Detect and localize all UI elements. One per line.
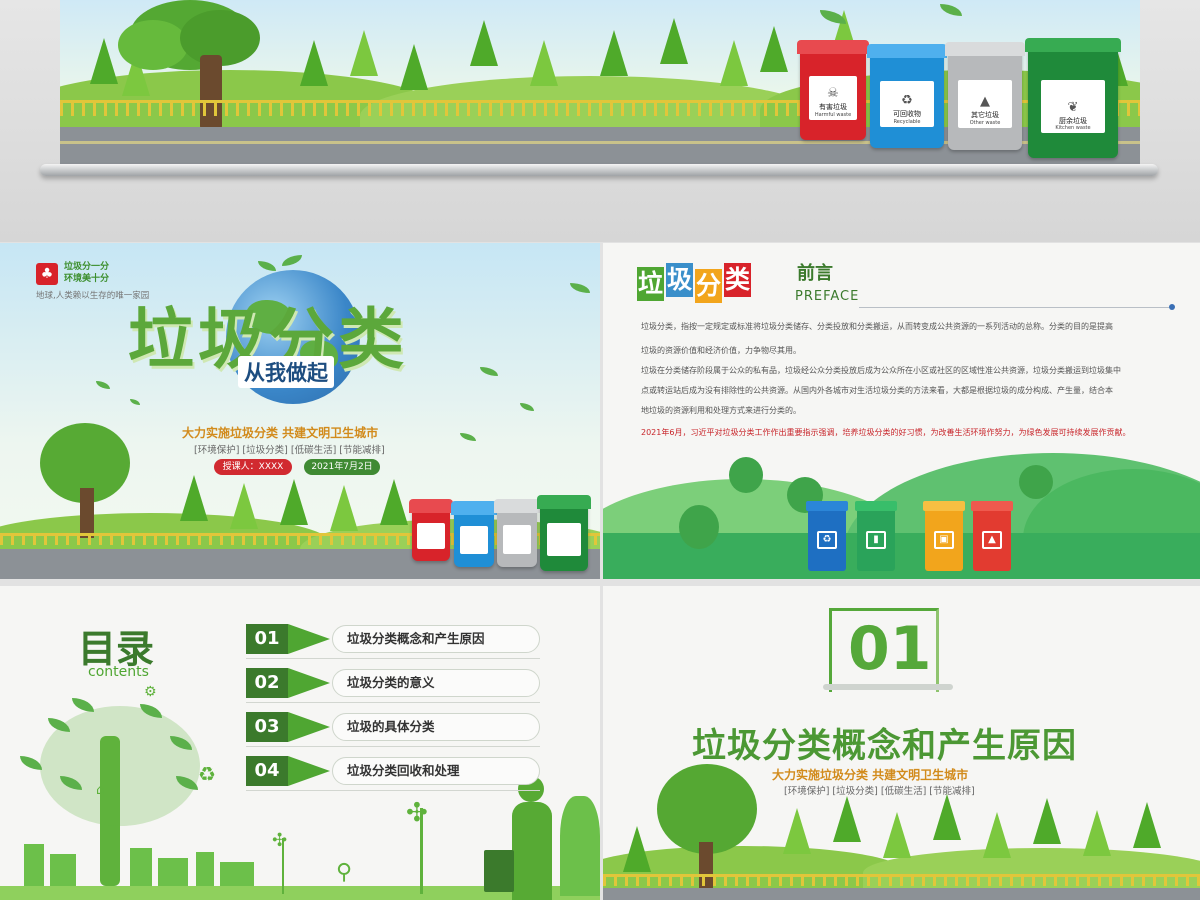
section-number: 01	[848, 614, 932, 684]
banner-preview: ☠ 有害垃圾 Harmful waste ♻ 可回收物 Recyclable ▲ 其它垃圾…	[0, 0, 1200, 242]
box-icon: ▣	[934, 531, 954, 549]
house-icon: ⌂	[96, 782, 105, 798]
toc-number: 03	[246, 712, 288, 742]
toc-number: 01	[246, 624, 288, 654]
cover-keywords: [环境保护] [垃圾分类] [低碳生活] [节能减排]	[194, 445, 385, 456]
speaker-pill: 授课人：XXXX	[214, 459, 292, 475]
slide-contents[interactable]: 目录 contents ♻ ⚙ ⌂ ✣ ✣ ⚲ 01 垃圾分类概念和产生原因 0…	[0, 586, 600, 900]
gear-icon: ⚙	[144, 684, 157, 700]
trash-bin-icon	[484, 850, 514, 892]
section-title: 垃圾分类概念和产生原因	[692, 726, 1077, 766]
triangle-icon: ▲	[980, 94, 990, 110]
family-icon: ♣	[36, 263, 58, 285]
harmful-waste-bin: ☠ 有害垃圾 Harmful waste	[797, 40, 869, 140]
preface-line: 垃圾的资源价值和经济价值，力争物尽其用。	[641, 346, 801, 355]
section-tagline: 大力实施垃圾分类 共建文明卫生城市	[772, 768, 969, 782]
recycle-icon: ♻	[901, 93, 913, 109]
sprout-icon	[252, 253, 312, 275]
toc-item-3[interactable]: 垃圾的具体分类	[332, 713, 540, 741]
cover-tagline: 大力实施垃圾分类 共建文明卫生城市	[182, 426, 379, 440]
toc-number: 02	[246, 668, 288, 698]
preface-line: 点或转运站后成为没有排除性的公共资源。从国内外各城市对生活垃圾分类的方法来看，大…	[641, 386, 1113, 395]
preface-heading-en: PREFACE	[795, 289, 860, 304]
toc-item-1[interactable]: 垃圾分类概念和产生原因	[332, 625, 540, 653]
slide-section-01[interactable]: 01 垃圾分类概念和产生原因 大力实施垃圾分类 共建文明卫生城市 [环境保护] …	[603, 586, 1200, 900]
contents-subtitle: contents	[88, 664, 149, 680]
preview-collage: ☠ 有害垃圾 Harmful waste ♻ 可回收物 Recyclable ▲ 其它垃圾…	[0, 0, 1200, 900]
toc-item-2[interactable]: 垃圾分类的意义	[332, 669, 540, 697]
date-pill: 2021年7月2日	[304, 459, 380, 475]
bin-icon: ▮	[866, 531, 886, 549]
recycle-icon: ♻	[817, 531, 837, 549]
preface-line: 地垃圾的资源利用和处理方式来进行分类的。	[641, 406, 801, 415]
toc-item-4[interactable]: 垃圾分类回收和处理	[332, 757, 540, 785]
preface-heading: 前言	[797, 263, 833, 284]
toc-number: 04	[246, 756, 288, 786]
other-waste-bin: ▲ 其它垃圾 Other waste	[945, 42, 1025, 150]
recycle-icon: ♻	[198, 762, 216, 786]
recyclable-bin: ♻ 可回收物 Recyclable	[867, 44, 947, 148]
badge-text: 垃圾分一分 环境美十分	[64, 262, 110, 284]
preface-line: 垃圾分类，指按一定规定或标准将垃圾分类储存、分类投放和分类搬运，从而转变成公共资…	[641, 322, 1113, 331]
bicycle-icon: ⚲	[336, 860, 353, 885]
kitchen-waste-bin: ❦ 厨余垃圾 Kitchen waste	[1025, 38, 1121, 158]
hazard-icon: ▲	[982, 531, 1002, 549]
fish-bone-icon: ❦	[1067, 99, 1079, 115]
wind-turbine-icon: ✣	[406, 798, 428, 828]
preface-line: 垃圾在分类储存阶段属于公众的私有品，垃圾经公众分类投放后成为公众所在小区或社区的…	[641, 366, 1121, 375]
slide-preface[interactable]: 垃 圾 分 类 前言 PREFACE 垃圾分类，指按一定规定或标准将垃圾分类储存…	[603, 243, 1200, 579]
cover-subtitle: 从我做起	[238, 356, 334, 388]
banner-shelf	[40, 164, 1158, 176]
skull-icon: ☠	[827, 86, 839, 102]
slide-cover[interactable]: ♣ 垃圾分一分 环境美十分 地球,人类赖以生存的唯一家园 垃圾分类 从我做起 大…	[0, 243, 600, 579]
preface-highlight: 2021年6月，习近平对垃圾分类工作作出重要指示强调，培养垃圾分类的好习惯，为改…	[641, 428, 1131, 437]
